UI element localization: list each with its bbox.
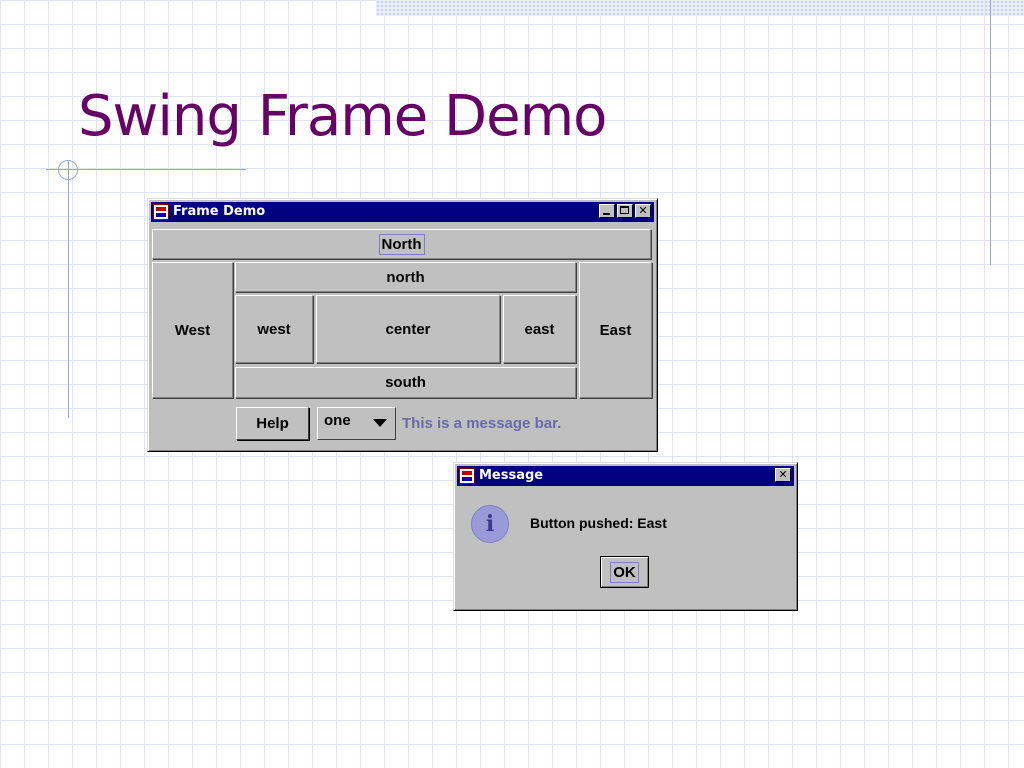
inner-east-button[interactable]: east <box>503 295 576 363</box>
dialog-title: Message <box>479 468 544 483</box>
close-icon: ✕ <box>778 468 788 481</box>
ok-button[interactable]: OK <box>600 556 649 588</box>
dialog-message: Button pushed: East <box>530 515 667 531</box>
top-decorative-band <box>376 0 1024 16</box>
west-button[interactable]: West <box>152 262 233 398</box>
slide-title: Swing Frame Demo <box>78 84 607 149</box>
message-bar: This is a message bar. <box>402 415 562 432</box>
minimize-icon <box>603 213 610 215</box>
java-app-icon[interactable] <box>459 468 475 484</box>
chevron-down-icon[interactable] <box>373 419 387 427</box>
left-decorative-rule <box>68 160 69 418</box>
dialog-close-button[interactable]: ✕ <box>775 468 791 482</box>
inner-north-button[interactable]: north <box>235 262 576 292</box>
minimize-button[interactable] <box>599 204 615 218</box>
east-button[interactable]: East <box>579 262 652 398</box>
north-button[interactable]: North <box>152 229 651 259</box>
message-dialog: Message ✕ i Button pushed: East OK <box>453 462 798 611</box>
info-icon: i <box>471 505 509 543</box>
frame-demo-titlebar[interactable]: Frame Demo ✕ <box>151 202 654 222</box>
help-button-label: Help <box>256 415 289 432</box>
decorative-circle <box>58 160 78 180</box>
east-button-label: East <box>599 321 632 339</box>
inner-south-button[interactable]: south <box>235 367 576 398</box>
inner-center-label: center <box>385 320 431 338</box>
close-button[interactable]: ✕ <box>635 204 651 218</box>
java-app-icon[interactable] <box>153 204 169 220</box>
ok-button-label: OK <box>610 561 639 583</box>
message-dialog-titlebar[interactable]: Message ✕ <box>457 466 794 486</box>
west-button-label: West <box>174 321 211 339</box>
inner-west-button[interactable]: west <box>235 295 313 363</box>
window-title: Frame Demo <box>173 204 266 219</box>
help-button[interactable]: Help <box>236 407 309 440</box>
right-decorative-rule <box>990 0 991 265</box>
maximize-button[interactable] <box>617 204 633 218</box>
maximize-icon <box>620 206 629 214</box>
inner-east-label: east <box>524 320 555 338</box>
inner-south-label: south <box>385 374 426 391</box>
option-combo-box[interactable]: one <box>317 407 396 440</box>
inner-center-button[interactable]: center <box>316 295 500 363</box>
inner-west-label: west <box>257 320 291 338</box>
frame-demo-window: Frame Demo ✕ North West north west cente… <box>147 198 658 452</box>
north-button-label: North <box>378 233 425 255</box>
combo-selected-value: one <box>324 412 351 429</box>
inner-north-label: north <box>386 268 425 286</box>
close-icon: ✕ <box>638 204 648 217</box>
